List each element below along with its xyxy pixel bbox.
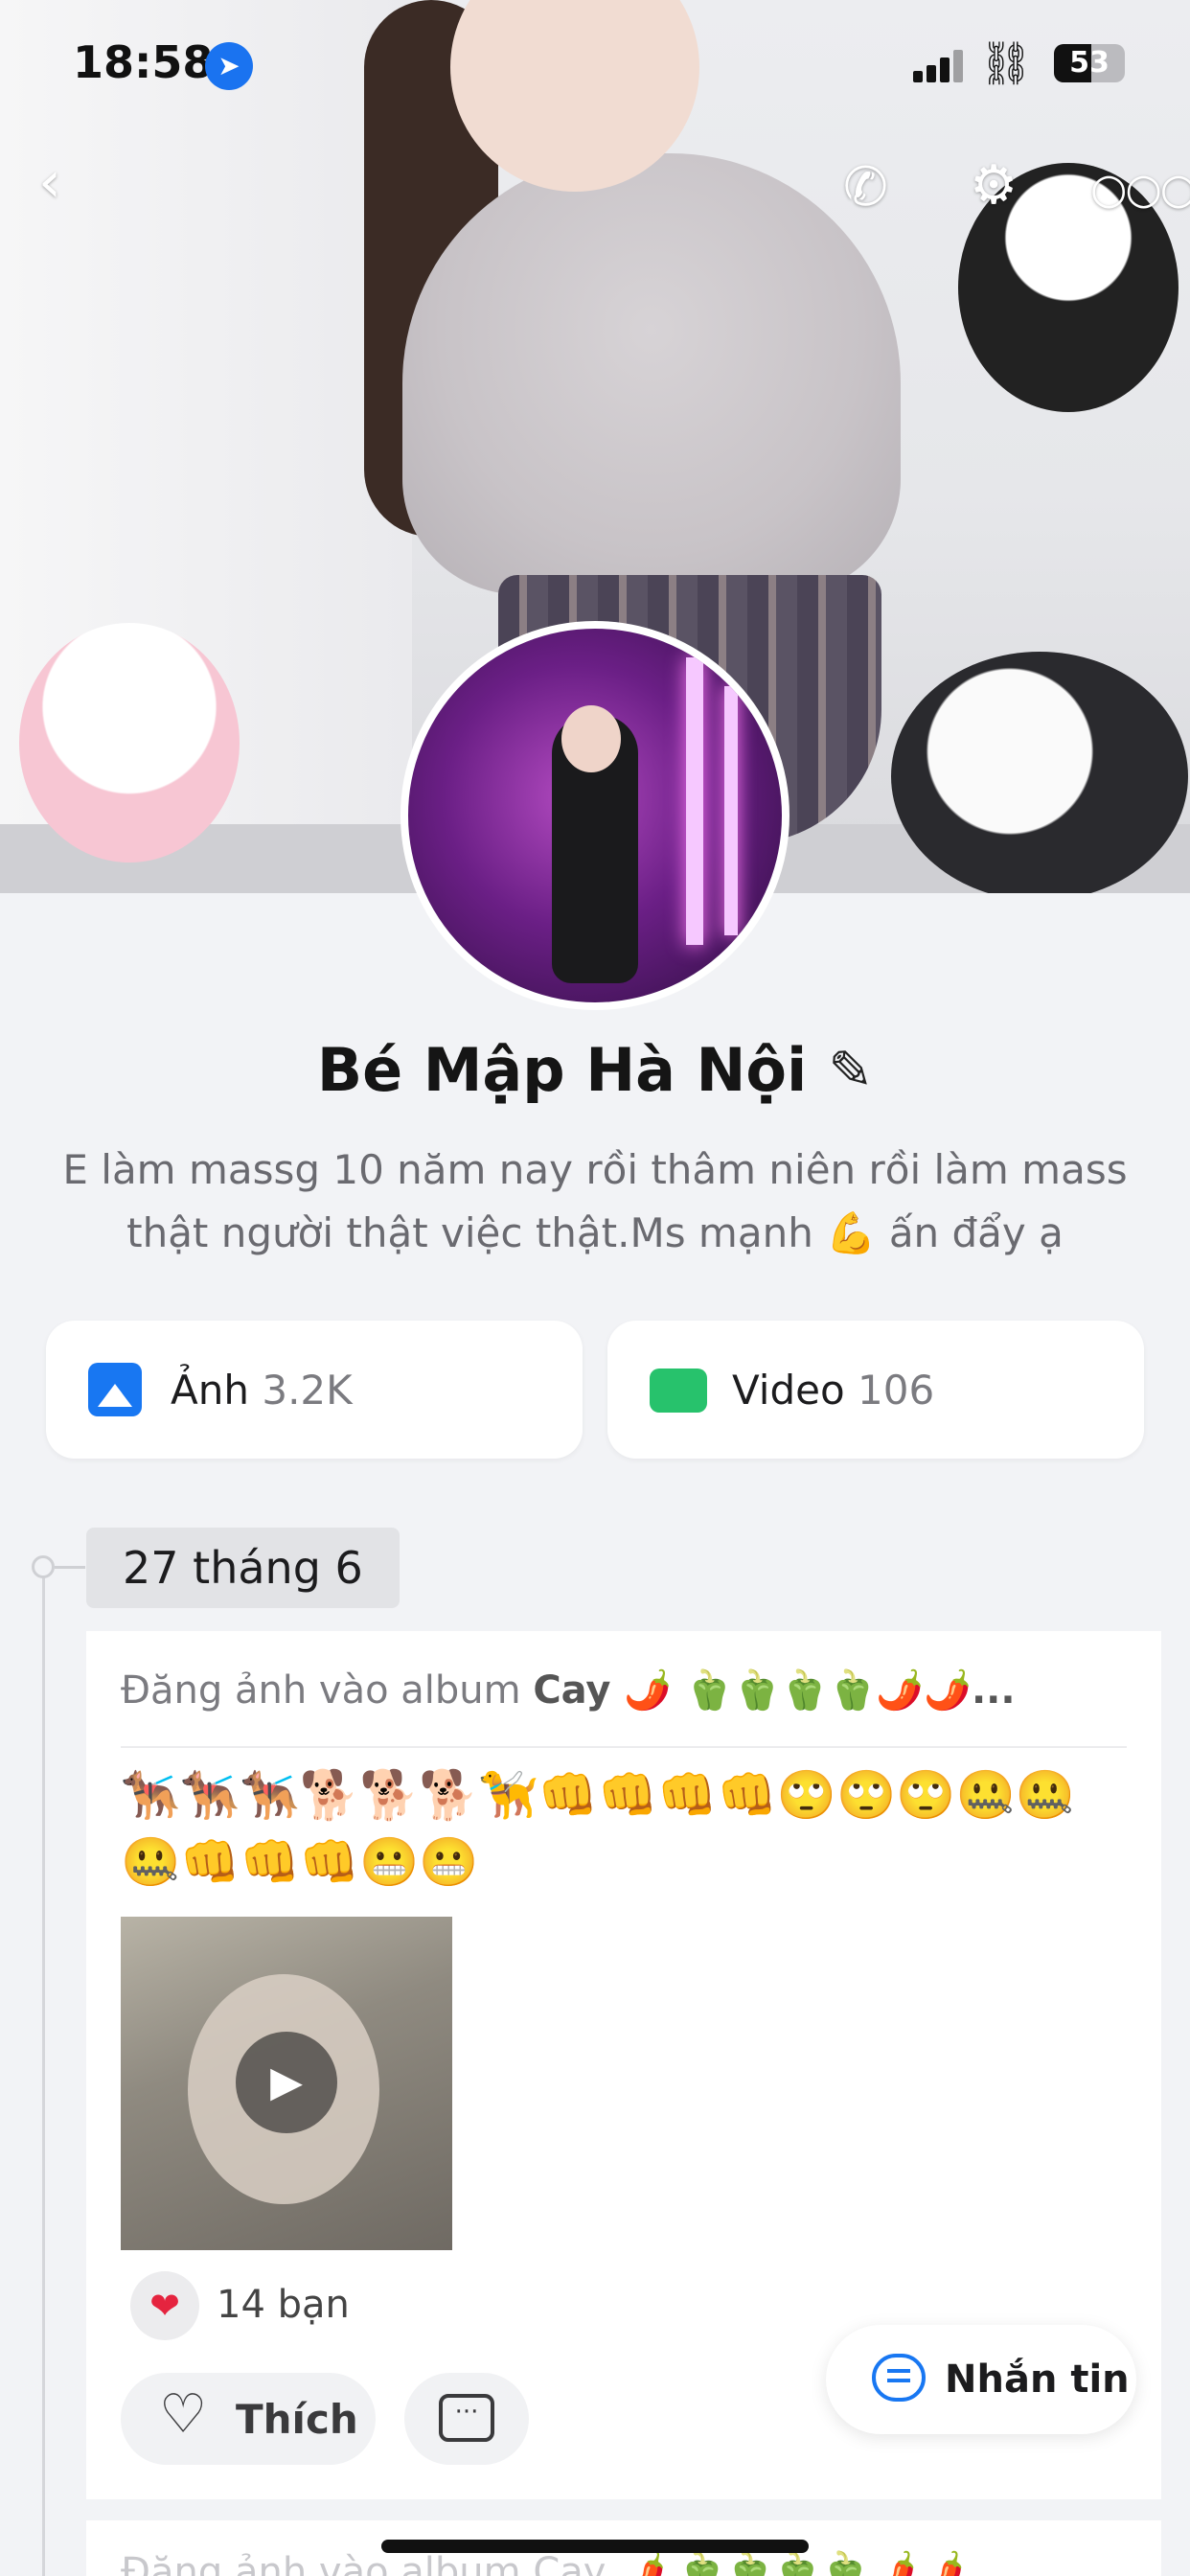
signal-icon (913, 50, 963, 82)
more-icon[interactable]: ○○○ (1090, 169, 1190, 211)
personal-hotspot-icon: ⛓ (979, 39, 1033, 88)
avatar[interactable] (400, 621, 790, 1010)
photo-icon (88, 1363, 142, 1416)
kitty-plush (19, 623, 240, 862)
battery-percent: 53 (1069, 46, 1110, 80)
comment-button[interactable]: ··· (404, 2373, 529, 2465)
avatar-face (561, 705, 621, 772)
post-header-prefix: Đăng ảnh vào album (121, 1668, 534, 1713)
husky-plush (891, 652, 1188, 893)
heart-icon: ❤ (130, 2271, 199, 2340)
message-icon (872, 2354, 926, 2402)
play-icon[interactable]: ▶ (236, 2032, 337, 2133)
avatar-neon-light (724, 686, 738, 935)
phone-icon[interactable]: ✆ (843, 161, 888, 215)
photos-label: Ảnh (171, 1367, 249, 1414)
profile-name: Bé Mập Hà Nội (316, 1035, 808, 1105)
pencil-icon[interactable]: ✎ (828, 1040, 873, 1102)
timeline-dot (32, 1555, 55, 1578)
battery-icon: 53 (1054, 44, 1125, 82)
comment-icon: ··· (439, 2394, 494, 2442)
post-divider (121, 1746, 1127, 1748)
photos-button[interactable]: Ảnh 3.2K (46, 1321, 583, 1459)
message-button[interactable]: Nhắn tin (826, 2325, 1136, 2434)
post-text: 🐕‍🦺🐕‍🦺🐕‍🦺🐕🐕🐕🦮👊👊👊👊🙄🙄🙄🤐🤐🤐👊👊👊😬😬 (121, 1767, 1076, 1890)
cover-figure (402, 153, 901, 594)
user-settings-icon[interactable]: ⚙ (970, 159, 1018, 213)
status-time: 18:58 (73, 36, 214, 88)
timeline-connector (55, 1566, 85, 1569)
videos-label-row: Video 106 (732, 1367, 934, 1414)
like-button[interactable]: ♡ Thích (121, 2373, 376, 2465)
message-label: Nhắn tin (945, 2358, 1130, 2402)
video-thumbnail[interactable]: ▶ (121, 1917, 452, 2250)
timeline-date: 27 tháng 6 (86, 1528, 400, 1608)
videos-label: Video (732, 1367, 845, 1414)
video-icon (650, 1368, 707, 1413)
avatar-neon-light (686, 657, 703, 945)
home-indicator (381, 2540, 809, 2553)
likes-count: 14 bạn (217, 2283, 350, 2327)
location-arrow-icon: ➤ (205, 42, 253, 90)
status-bar: 18:58 ➤ ⛓ 53 (0, 0, 1190, 134)
like-label: Thích (236, 2396, 358, 2443)
post-header[interactable]: Đăng ảnh vào album Cay 🌶️ 🫑🫑🫑🫑🌶️🌶️... (121, 1668, 1127, 1713)
timeline-line (42, 1566, 45, 2576)
videos-count: 106 (858, 1367, 935, 1414)
photos-label-row: Ảnh 3.2K (171, 1367, 353, 1414)
profile-bio: E làm massg 10 năm nay rồi thâm niên rồi… (62, 1146, 1128, 1256)
album-name[interactable]: Cay 🌶️ 🫑🫑🫑🫑🌶️🌶️... (533, 1668, 1015, 1713)
next-post-header: Đăng ảnh vào album Cay 🌶️ 🫑🫑🫑🫑🌶️🌶️ (121, 2550, 965, 2576)
videos-button[interactable]: Video 106 (607, 1321, 1144, 1459)
heart-outline-icon: ♡ (159, 2383, 208, 2446)
profile-name-row: Bé Mập Hà Nội ✎ (0, 1035, 1190, 1105)
photos-count: 3.2K (262, 1367, 353, 1414)
back-icon[interactable]: ‹ (38, 153, 61, 211)
